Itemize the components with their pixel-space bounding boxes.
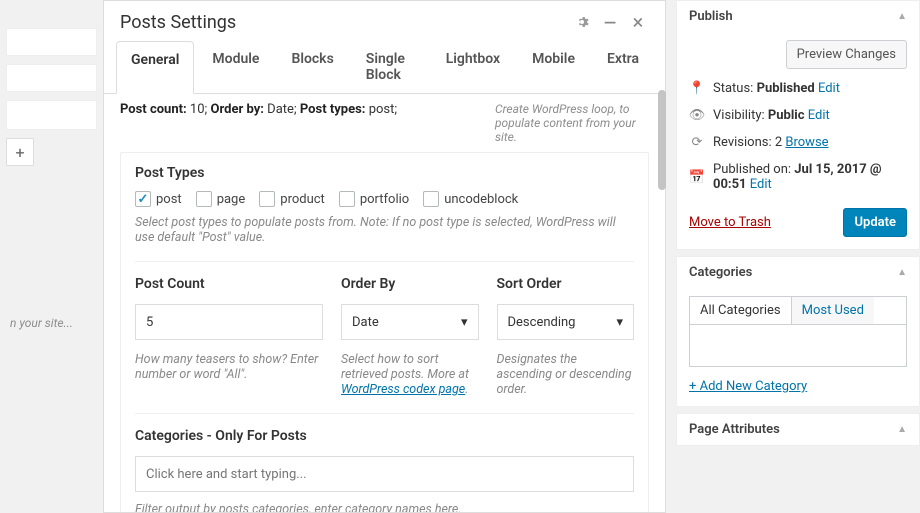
sort-order-select[interactable]: Descending (497, 304, 635, 340)
published-on-row: 📅 Published on: Jul 15, 2017 @ 00:51 Edi… (689, 162, 907, 192)
categories-field-label: Categories - Only For Posts (135, 428, 634, 444)
modal-title: Posts Settings (120, 12, 565, 33)
tab-module[interactable]: Module (198, 41, 273, 93)
page-attributes-header[interactable]: Page Attributes▲ (677, 414, 919, 445)
visibility-row: 👁 Visibility: Public Edit (689, 108, 907, 123)
tab-all-categories[interactable]: All Categories (690, 297, 792, 324)
checkbox-page[interactable]: page (196, 191, 246, 207)
checkbox-product[interactable]: product (259, 191, 325, 207)
checkbox-portfolio[interactable]: portfolio (339, 191, 409, 207)
codex-link[interactable]: WordPress codex page (341, 382, 465, 397)
publish-box: Publish▲ Preview Changes 📍 Status: Publi… (676, 0, 920, 250)
add-new-category-link[interactable]: + Add New Category (689, 379, 907, 394)
post-count-input[interactable] (135, 304, 323, 340)
close-icon[interactable]: × (627, 11, 649, 33)
tab-blocks[interactable]: Blocks (277, 41, 347, 93)
status-row: 📍 Status: Published Edit (689, 81, 907, 96)
eye-icon: 👁 (689, 108, 705, 123)
preview-changes-button[interactable]: Preview Changes (786, 40, 907, 69)
order-by-label: Order By (341, 276, 479, 292)
page-attributes-box: Page Attributes▲ (676, 413, 920, 446)
categories-note: Filter output by posts categories, enter… (135, 502, 634, 512)
checkbox-label: product (280, 192, 325, 207)
sort-order-label: Sort Order (497, 276, 635, 292)
pin-icon: 📍 (689, 81, 705, 96)
tab-lightbox[interactable]: Lightbox (432, 41, 514, 93)
order-by-select[interactable]: Date (341, 304, 479, 340)
sort-order-note: Designates the ascending or descending o… (497, 352, 635, 397)
update-button[interactable]: Update (843, 208, 907, 237)
collapse-icon: ▲ (897, 11, 907, 22)
publish-box-header[interactable]: Publish▲ (677, 1, 919, 32)
post-types-panel: Post Types ✓ post page product (120, 152, 649, 512)
edit-status-link[interactable]: Edit (818, 81, 840, 96)
tab-extra[interactable]: Extra (593, 41, 653, 93)
tab-most-used[interactable]: Most Used (792, 297, 874, 324)
add-content-button[interactable]: + (6, 138, 34, 166)
post-types-note: Select post types to populate posts from… (135, 215, 634, 245)
categories-input[interactable] (135, 456, 634, 492)
checkbox-label: page (217, 192, 246, 207)
settings-summary: Post count: 10; Order by: Date; Post typ… (104, 94, 495, 150)
post-count-label: Post Count (135, 276, 323, 292)
checkbox-label: uncodeblock (444, 192, 518, 207)
helper-text: Create WordPress loop, to populate conte… (495, 94, 665, 150)
post-types-heading: Post Types (135, 165, 634, 181)
posts-settings-modal: Posts Settings — × General Module Blocks… (103, 0, 666, 513)
gear-icon[interactable] (571, 11, 593, 33)
minimize-icon[interactable]: — (599, 11, 621, 33)
move-to-trash-link[interactable]: Move to Trash (689, 215, 771, 230)
categories-box: Categories▲ All Categories Most Used + A… (676, 256, 920, 407)
checkbox-post[interactable]: ✓ post (135, 191, 182, 207)
calendar-icon: 📅 (689, 170, 705, 185)
browse-revisions-link[interactable]: Browse (785, 135, 828, 150)
edit-visibility-link[interactable]: Edit (808, 108, 830, 123)
background-text: n your site... (6, 310, 97, 370)
modal-tabs: General Module Blocks Single Block Light… (104, 41, 665, 94)
edit-date-link[interactable]: Edit (750, 177, 772, 192)
post-count-note: How many teasers to show? Enter number o… (135, 352, 323, 382)
tab-single-block[interactable]: Single Block (352, 41, 428, 93)
checkbox-label: post (156, 192, 182, 207)
categories-list-area[interactable] (689, 325, 907, 367)
tab-general[interactable]: General (116, 41, 194, 94)
collapse-icon: ▲ (897, 424, 907, 435)
collapse-icon: ▲ (897, 267, 907, 278)
categories-box-header[interactable]: Categories▲ (677, 257, 919, 288)
modal-scrollbar[interactable] (658, 90, 666, 190)
history-icon: ⟳ (689, 135, 705, 150)
order-by-note: Select how to sort retrieved posts. More… (341, 352, 479, 397)
revisions-row: ⟳ Revisions: 2 Browse (689, 135, 907, 150)
tab-mobile[interactable]: Mobile (518, 41, 589, 93)
checkbox-uncodeblock[interactable]: uncodeblock (423, 191, 518, 207)
checkbox-label: portfolio (360, 192, 409, 207)
left-panel-row (6, 100, 97, 130)
left-panel-row (6, 28, 97, 56)
left-panel-row (6, 64, 97, 92)
